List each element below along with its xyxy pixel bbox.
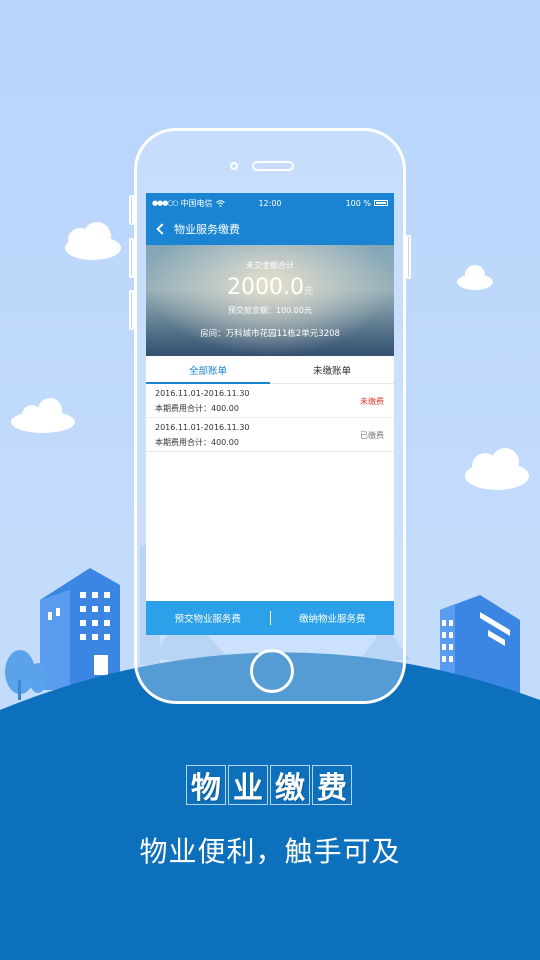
bill-total: 本期费用合计：400.00 [155, 404, 239, 413]
unpaid-summary-banner: 未交金额合计 2000.0元 预交款余额：100.00元 房间：万科城市花园11… [146, 245, 394, 356]
home-button[interactable] [250, 649, 294, 693]
tab-all-bills[interactable]: 全部账单 [146, 356, 270, 383]
hero-title: 物 业 缴 费 [0, 765, 540, 806]
tab-unpaid-bills[interactable]: 未缴账单 [270, 356, 394, 383]
bill-period: 2016.11.01-2016.11.30 [155, 423, 250, 432]
bill-period: 2016.11.01-2016.11.30 [155, 389, 250, 398]
clock: 12:00 [258, 198, 282, 208]
pay-fee-button[interactable]: 缴纳物业服务费 [271, 611, 395, 625]
hero-title-char: 费 [312, 765, 352, 806]
prepay-fee-button[interactable]: 预交物业服务费 [146, 611, 270, 625]
amount-value: 2000.0 [227, 275, 304, 300]
volume-down-button [129, 290, 134, 330]
cloud-icon [457, 265, 493, 290]
status-bar: ●●●○○ 中国电信 12:00 100 % [146, 193, 394, 213]
speaker-grille [252, 161, 294, 171]
camera-icon [230, 162, 238, 170]
app-screen: ●●●○○ 中国电信 12:00 100 % 物业服务缴费 未交金额合计 200… [146, 193, 394, 635]
cloud-icon [65, 222, 121, 260]
prepaid-balance: 预交款余额：100.00元 [228, 306, 312, 315]
nav-bar: 物业服务缴费 [146, 213, 394, 245]
action-bar: 预交物业服务费 缴纳物业服务费 [146, 601, 394, 635]
volume-up-button [129, 238, 134, 278]
page-title: 物业服务缴费 [174, 223, 240, 236]
cloud-icon [11, 398, 75, 433]
hero-title-char: 缴 [270, 765, 310, 806]
hero-subtitle: 物业便利，触手可及 [139, 835, 401, 868]
mute-switch [129, 195, 134, 225]
building-icon [40, 568, 120, 690]
amount-unit: 元 [303, 287, 313, 297]
hero-title-char: 业 [228, 765, 268, 806]
bill-total: 本期费用合计：400.00 [155, 438, 239, 447]
bill-row[interactable]: 2016.11.01-2016.11.30 本期费用合计：400.00 未缴费 [146, 384, 394, 418]
cloud-icon [465, 448, 529, 490]
unpaid-total-amount: 2000.0元 [146, 275, 394, 300]
battery-icon [374, 200, 388, 206]
power-button [406, 235, 411, 279]
room-address: 房间：万科城市花园11栋2单元3208 [200, 329, 340, 339]
bill-status-badge: 已缴费 [360, 431, 384, 440]
hero-title-char: 物 [186, 765, 226, 806]
unpaid-total-label: 未交金额合计 [246, 261, 294, 270]
bill-status-badge: 未缴费 [360, 397, 384, 406]
bill-tabs: 全部账单 未缴账单 [146, 356, 394, 384]
bill-row[interactable]: 2016.11.01-2016.11.30 本期费用合计：400.00 已缴费 [146, 418, 394, 452]
back-arrow-icon[interactable] [156, 223, 168, 235]
